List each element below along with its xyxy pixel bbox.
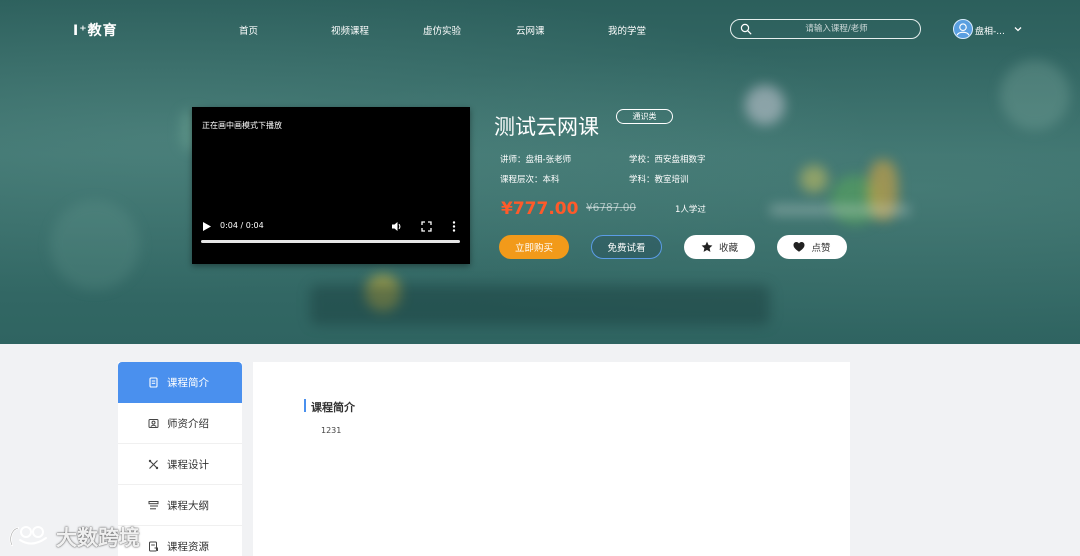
more-options-icon[interactable]	[451, 221, 457, 232]
nav-video-courses[interactable]: 视频课程	[331, 23, 369, 37]
course-price: ¥777.00	[501, 199, 579, 219]
teacher-icon	[148, 418, 159, 428]
chevron-down-icon[interactable]	[1013, 24, 1023, 34]
star-icon	[701, 241, 713, 252]
course-school: 学校：西安盘相数字	[629, 155, 706, 165]
background-decor	[800, 165, 828, 193]
favorite-button[interactable]: 收藏	[684, 235, 755, 259]
section-title: 课程简介	[311, 401, 355, 414]
learner-count: 1人学过	[675, 205, 706, 215]
search-input[interactable]	[759, 21, 914, 37]
video-player[interactable]: 正在画中画模式下播放 0:04 / 0:04	[192, 107, 470, 264]
intro-icon	[149, 377, 158, 388]
sidebar-item-outline[interactable]: 课程大纲	[118, 485, 242, 526]
pip-message: 正在画中画模式下播放	[202, 121, 282, 130]
buy-now-label: 立即购买	[514, 243, 553, 254]
volume-icon[interactable]	[392, 221, 403, 232]
search-box[interactable]	[730, 19, 921, 39]
nav-my-study[interactable]: 我的学堂	[608, 23, 646, 37]
sidebar-item-design[interactable]: 课程设计	[118, 444, 242, 485]
video-progress-bar[interactable]	[201, 240, 460, 243]
section-body: 1231	[321, 426, 342, 435]
background-decor	[770, 205, 910, 215]
sidebar-item-label: 课程设计	[167, 458, 209, 471]
sidebar-item-label: 课程大纲	[167, 499, 209, 512]
fullscreen-icon[interactable]	[421, 221, 432, 232]
like-label: 点赞	[811, 243, 831, 254]
sidebar-item-teachers[interactable]: 师资介绍	[118, 403, 242, 444]
background-decor	[50, 200, 140, 290]
design-icon	[148, 459, 159, 469]
nav-virtual-lab[interactable]: 虚仿实验	[423, 23, 461, 37]
course-level: 课程层次：本科	[500, 175, 560, 185]
free-trial-label: 免费试看	[607, 243, 646, 254]
background-decor	[1000, 60, 1070, 130]
play-icon[interactable]	[203, 222, 211, 231]
search-icon[interactable]	[740, 23, 752, 35]
video-time: 0:04 / 0:04	[220, 221, 264, 230]
nav-cloud-course[interactable]: 云网课	[516, 23, 545, 37]
watermark: 大数跨境	[8, 522, 140, 552]
section-accent-bar	[304, 399, 306, 412]
watermark-text: 大数跨境	[56, 526, 140, 550]
sidebar-item-label: 课程简介	[167, 377, 209, 389]
buy-now-button[interactable]: 立即购买	[499, 235, 569, 259]
sidebar-item-label: 师资介绍	[167, 417, 209, 430]
free-trial-button[interactable]: 免费试看	[591, 235, 662, 259]
course-teacher: 讲师：盘相-张老师	[500, 155, 572, 165]
course-category-tag: 通识类	[616, 109, 673, 124]
nav-home[interactable]: 首页	[239, 23, 258, 37]
original-price: ¥6787.00	[586, 202, 637, 214]
user-name[interactable]: 盘相-...	[975, 24, 1005, 37]
course-title: 测试云网课	[494, 115, 599, 139]
background-decor	[745, 85, 785, 125]
course-subject: 学科：教室培训	[629, 175, 689, 185]
sidebar-item-label: 课程资源	[167, 541, 209, 553]
watermark-logo-icon	[9, 526, 47, 547]
course-content-panel: 课程简介 1231	[253, 362, 850, 556]
favorite-label: 收藏	[718, 243, 738, 254]
outline-icon	[148, 500, 159, 509]
resource-icon	[149, 541, 158, 552]
background-decor	[310, 285, 770, 325]
avatar[interactable]	[953, 19, 973, 39]
hero-banner	[0, 0, 1080, 344]
like-button[interactable]: 点赞	[777, 235, 847, 259]
heart-icon	[793, 242, 805, 252]
sidebar-item-intro[interactable]: 课程简介	[118, 362, 242, 403]
site-logo[interactable]: I⁺教育	[73, 20, 118, 40]
user-icon	[956, 23, 970, 36]
